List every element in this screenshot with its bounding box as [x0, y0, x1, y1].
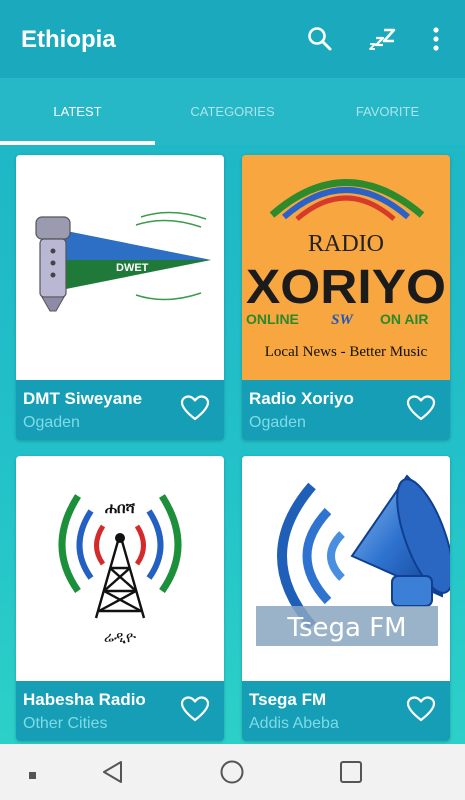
back-icon[interactable]: [100, 759, 126, 785]
search-icon[interactable]: [305, 24, 335, 54]
tab-bar: LATEST CATEGORIES FAVORITE: [0, 78, 465, 145]
system-nav-bar: [0, 744, 465, 800]
station-info: DMT Siweyane Ogaden: [16, 380, 224, 440]
station-logo: ሐበሻ ሬዲዮ: [16, 456, 224, 681]
home-icon[interactable]: [219, 759, 245, 785]
app-title: Ethiopia: [21, 26, 116, 53]
station-card[interactable]: ሐበሻ ሬዲዮ Habesha Radio Other Cities: [16, 456, 224, 741]
station-info: Radio Xoriyo Ogaden: [242, 380, 450, 440]
more-vert-icon[interactable]: [421, 24, 451, 54]
station-city: Addis Abeba: [249, 715, 339, 732]
recent-dot-icon[interactable]: [28, 768, 38, 779]
tab-favorite[interactable]: FAVORITE: [310, 78, 465, 145]
sleep-timer-icon[interactable]: [368, 24, 398, 54]
favorite-heart-icon[interactable]: [180, 394, 210, 422]
tab-indicator: [0, 141, 155, 145]
logo-line: RADIO: [308, 231, 384, 257]
overview-icon[interactable]: [339, 760, 363, 784]
station-card[interactable]: DWET DMT Siweyane Ogaden: [16, 155, 224, 440]
logo-line: SW: [331, 312, 354, 328]
logo-line: XORIYO: [246, 261, 446, 314]
station-info: Tsega FM Addis Abeba: [242, 681, 450, 741]
station-logo: DWET: [16, 155, 224, 380]
favorite-heart-icon[interactable]: [180, 695, 210, 723]
station-city: Ogaden: [249, 414, 306, 431]
station-card[interactable]: RADIO XORIYO ONLINE SW ON AIR Local News…: [242, 155, 450, 440]
logo-line: ሐበሻ: [105, 499, 136, 517]
station-name: Habesha Radio: [23, 690, 146, 709]
tab-latest[interactable]: LATEST: [0, 78, 155, 145]
station-info: Habesha Radio Other Cities: [16, 681, 224, 741]
tab-categories[interactable]: CATEGORIES: [155, 78, 310, 145]
favorite-heart-icon[interactable]: [406, 695, 436, 723]
station-logo: RADIO XORIYO ONLINE SW ON AIR Local News…: [242, 155, 450, 380]
station-city: Other Cities: [23, 715, 108, 732]
station-logo: Tsega FM: [242, 456, 450, 681]
logo-text: DWET: [116, 262, 149, 274]
logo-text: Tsega FM: [286, 613, 406, 643]
station-card[interactable]: Tsega FM Tsega FM Addis Abeba: [242, 456, 450, 741]
station-name: DMT Siweyane: [23, 389, 143, 408]
station-name: Radio Xoriyo: [249, 389, 354, 408]
logo-line: ሬዲዮ: [104, 628, 137, 646]
station-city: Ogaden: [23, 414, 80, 431]
station-name: Tsega FM: [249, 690, 327, 709]
app-bar: Ethiopia: [0, 0, 465, 78]
favorite-heart-icon[interactable]: [406, 394, 436, 422]
logo-line: ON AIR: [380, 311, 428, 327]
logo-line: ONLINE: [246, 311, 299, 327]
logo-line: Local News - Better Music: [265, 344, 428, 360]
